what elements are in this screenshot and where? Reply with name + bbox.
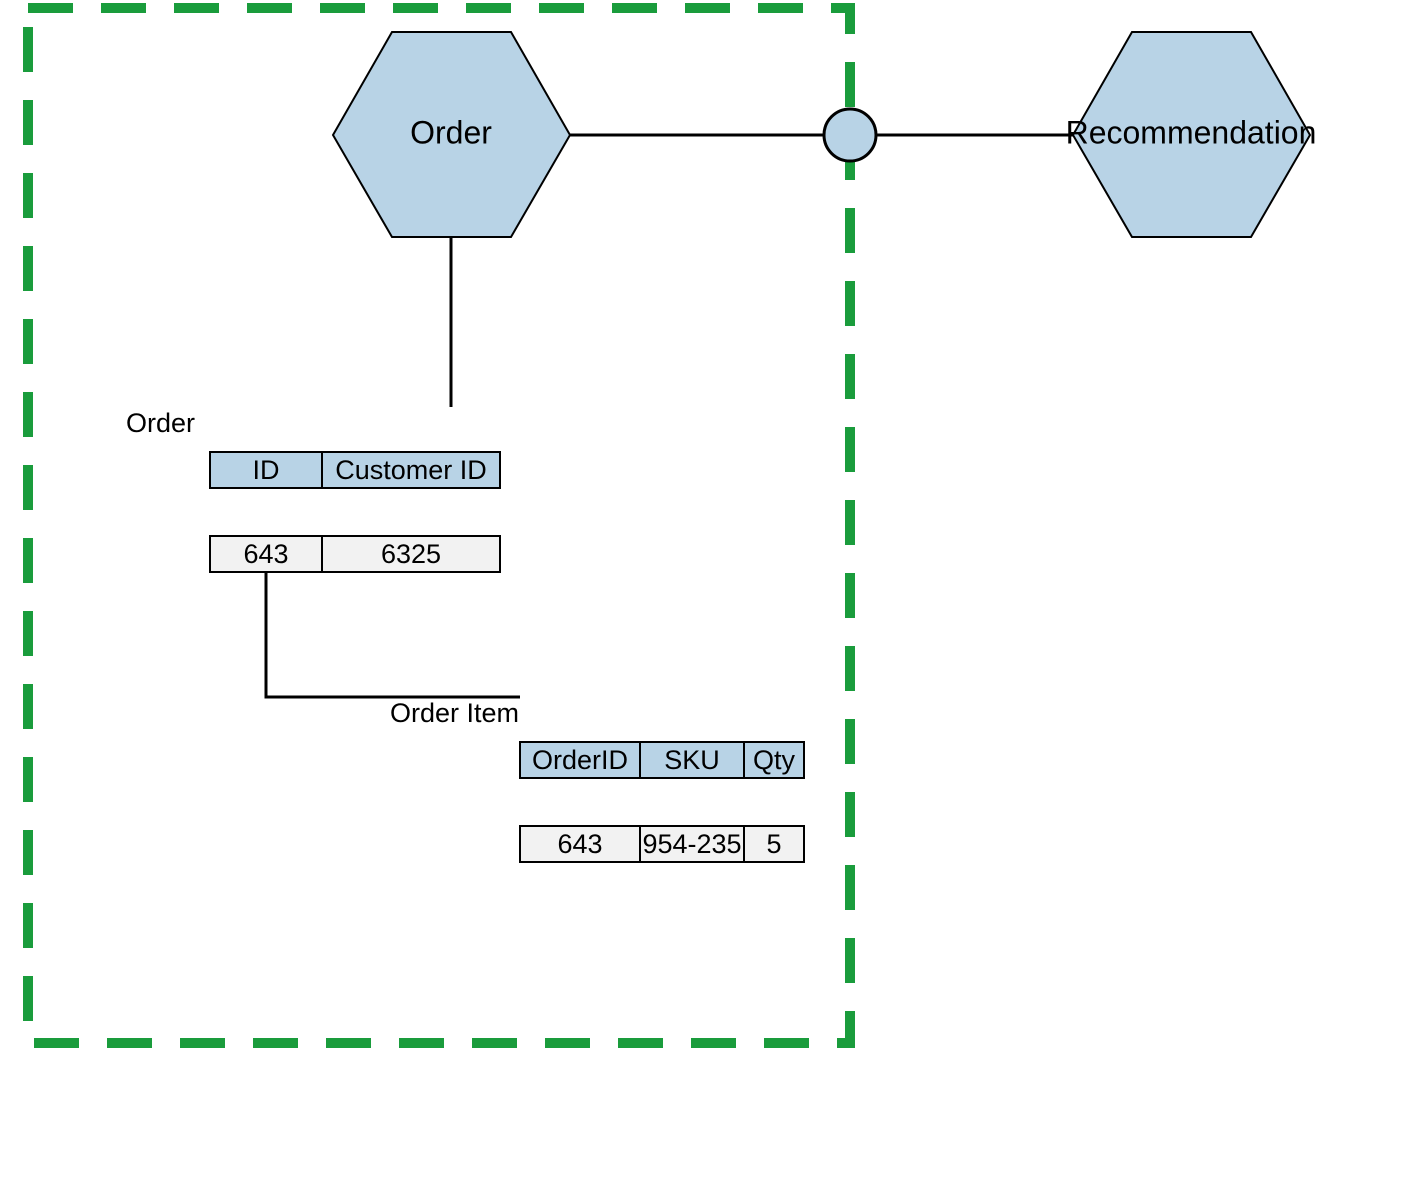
order-item-cell-orderid: 643: [557, 829, 602, 859]
order-item-cell-sku: 954-235: [642, 829, 741, 859]
order-item-header-qty: Qty: [753, 745, 796, 775]
architecture-diagram: Order Recommendation Order ID Customer I…: [0, 0, 1417, 1178]
order-item-table: Order Item OrderID SKU Qty 643 954-235 5: [390, 698, 804, 862]
order-table: Order ID Customer ID 643 6325: [126, 408, 500, 572]
recommendation-service-hexagon: Recommendation: [1066, 32, 1317, 237]
context-port-circle: [824, 109, 876, 161]
order-table-cell-id: 643: [243, 539, 288, 569]
order-table-header-customerid: Customer ID: [335, 455, 487, 485]
recommendation-service-label: Recommendation: [1066, 114, 1317, 150]
order-item-header-sku: SKU: [664, 745, 720, 775]
order-table-title: Order: [126, 408, 195, 438]
order-item-cell-qty: 5: [766, 829, 781, 859]
order-table-cell-customerid: 6325: [381, 539, 441, 569]
order-item-table-title: Order Item: [390, 698, 519, 728]
order-item-header-orderid: OrderID: [532, 745, 628, 775]
order-service-hexagon: Order: [333, 32, 570, 237]
order-to-orderitem-connector: [266, 572, 520, 697]
order-table-header-id: ID: [253, 455, 280, 485]
order-service-label: Order: [410, 114, 492, 150]
